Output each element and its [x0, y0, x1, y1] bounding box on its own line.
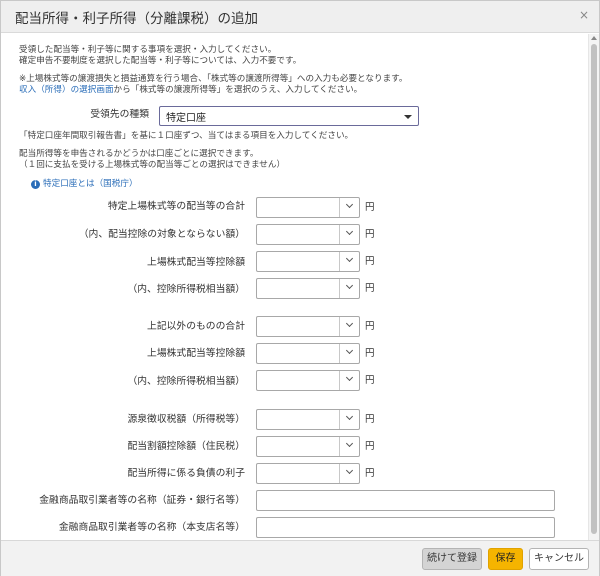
listed-not-eligible-label: （内、配当控除の対象とならない額）: [78, 229, 245, 240]
other-tax-equivalent-label: （内、控除所得税相当額）: [127, 376, 245, 387]
dialog-title: 配当所得・利子所得（分離課税）の追加: [15, 11, 258, 27]
listed-not-eligible-input[interactable]: [256, 224, 360, 245]
listed-dividend-deduction-label: 上場株式配当等控除額: [147, 257, 245, 268]
other-tax-equivalent-field[interactable]: [257, 371, 339, 390]
withholding-tax-field[interactable]: [257, 410, 339, 429]
chevron-down-icon: [345, 466, 354, 475]
chevron-down-icon: [345, 319, 354, 328]
yen-unit: 円: [365, 256, 375, 267]
withholding-tax-input[interactable]: [256, 409, 360, 430]
chevron-down-icon: [345, 200, 354, 209]
chevron-down-icon: [345, 412, 354, 421]
intro-line-2: 確定申告不要制度を選択した配当等・利子等については、入力不要です。: [19, 56, 302, 66]
chevron-down-icon: [345, 439, 354, 448]
listed-total-input[interactable]: [256, 197, 360, 218]
intro-line-1: 受領した配当等・利子等に関する事項を選択・入力してください。: [19, 45, 277, 55]
withholding-tax-label: 源泉徴収税額（所得税等）: [127, 414, 245, 425]
dialog-titlebar: 配当所得・利子所得（分離課税）の追加 ×: [1, 1, 599, 33]
save-button[interactable]: 保存: [488, 548, 523, 570]
institution-name-input[interactable]: [256, 490, 555, 511]
specific-account-help-link[interactable]: 特定口座とは（国税庁）: [43, 179, 138, 190]
debt-interest-field[interactable]: [257, 464, 339, 483]
listed-total-field[interactable]: [257, 198, 339, 217]
yen-unit: 円: [365, 321, 375, 332]
listed-not-eligible-dropdown[interactable]: [339, 225, 359, 244]
close-icon[interactable]: ×: [577, 8, 591, 22]
caret-down-icon: [404, 115, 412, 119]
listed-total-label: 特定上場株式等の配当等の合計: [107, 201, 245, 212]
add-dividend-income-dialog: 配当所得・利子所得（分離課税）の追加 × 受領した配当等・利子等に関する事項を選…: [0, 0, 600, 576]
debt-interest-dropdown[interactable]: [339, 464, 359, 483]
yen-unit: 円: [365, 414, 375, 425]
guidance-line-1: 「特定口座年間取引報告書」を基に１口座ずつ、当てはまる項目を入力してください。: [19, 131, 354, 141]
intro-note-2-rest: から「株式等の譲渡所得等」を選択のうえ、入力してください。: [113, 85, 363, 95]
listed-tax-equivalent-field[interactable]: [257, 279, 339, 298]
other-dividend-deduction-input[interactable]: [256, 343, 360, 364]
chevron-down-icon: [345, 373, 354, 382]
cancel-button[interactable]: キャンセル: [529, 548, 589, 570]
info-icon: i: [31, 180, 40, 189]
branch-name-label: 金融商品取引業者等の名称（本支店名等）: [58, 522, 245, 533]
listed-tax-equivalent-input[interactable]: [256, 278, 360, 299]
other-dividend-deduction-label: 上場株式配当等控除額: [147, 348, 245, 359]
yen-unit: 円: [365, 283, 375, 294]
dividend-deduction-resident-input[interactable]: [256, 436, 360, 457]
branch-name-input[interactable]: [256, 517, 555, 538]
debt-interest-input[interactable]: [256, 463, 360, 484]
yen-unit: 円: [365, 468, 375, 479]
other-total-dropdown[interactable]: [339, 317, 359, 336]
other-total-input[interactable]: [256, 316, 360, 337]
other-tax-equivalent-input[interactable]: [256, 370, 360, 391]
chevron-down-icon: [345, 346, 354, 355]
chevron-down-icon: [345, 227, 354, 236]
guidance-line-2: 配当所得等を申告されるかどうかは口座ごとに選択できます。: [19, 149, 259, 159]
intro-note-2: 収入（所得）の選択画面から「株式等の譲渡所得等」を選択のうえ、入力してください。: [19, 85, 362, 96]
withholding-tax-dropdown[interactable]: [339, 410, 359, 429]
dividend-deduction-resident-dropdown[interactable]: [339, 437, 359, 456]
other-dividend-deduction-dropdown[interactable]: [339, 344, 359, 363]
account-type-label: 受領先の種類: [90, 109, 149, 120]
listed-dividend-deduction-dropdown[interactable]: [339, 252, 359, 271]
yen-unit: 円: [365, 441, 375, 452]
yen-unit: 円: [365, 229, 375, 240]
listed-dividend-deduction-field[interactable]: [257, 252, 339, 271]
chevron-down-icon: [345, 281, 354, 290]
other-tax-equivalent-dropdown[interactable]: [339, 371, 359, 390]
other-dividend-deduction-field[interactable]: [257, 344, 339, 363]
scroll-up-icon[interactable]: [591, 36, 597, 40]
yen-unit: 円: [365, 202, 375, 213]
chevron-down-icon: [345, 254, 354, 263]
institution-name-label: 金融商品取引業者等の名称（証券・銀行名等）: [39, 495, 245, 506]
account-type-select[interactable]: 特定口座: [159, 106, 419, 126]
listed-tax-equivalent-dropdown[interactable]: [339, 279, 359, 298]
debt-interest-label: 配当所得に係る負債の利子: [127, 468, 245, 479]
dividend-deduction-resident-label: 配当割額控除額（住民税）: [127, 441, 245, 452]
other-total-label: 上記以外のものの合計: [147, 321, 245, 332]
intro-note-1: ※上場株式等の譲渡損失と損益通算を行う場合、「株式等の譲渡所得等」への入力も必要…: [19, 74, 408, 84]
vertical-scrollbar[interactable]: [588, 34, 599, 540]
listed-total-dropdown[interactable]: [339, 198, 359, 217]
listed-tax-equivalent-label: （内、控除所得税相当額）: [127, 284, 245, 295]
yen-unit: 円: [365, 348, 375, 359]
scrollbar-thumb[interactable]: [591, 44, 597, 534]
yen-unit: 円: [365, 375, 375, 386]
guidance-line-3: （１回に支払を受ける上場株式等の配当等ごとの選択はできません）: [19, 160, 286, 170]
listed-dividend-deduction-input[interactable]: [256, 251, 360, 272]
dividend-deduction-resident-field[interactable]: [257, 437, 339, 456]
other-total-field[interactable]: [257, 317, 339, 336]
dialog-footer: 続けて登録 保存 キャンセル: [1, 540, 599, 576]
income-selection-link[interactable]: 収入（所得）の選択画面: [19, 85, 114, 95]
continue-register-button[interactable]: 続けて登録: [422, 548, 482, 570]
account-type-value: 特定口座: [166, 113, 206, 124]
listed-not-eligible-field[interactable]: [257, 225, 339, 244]
